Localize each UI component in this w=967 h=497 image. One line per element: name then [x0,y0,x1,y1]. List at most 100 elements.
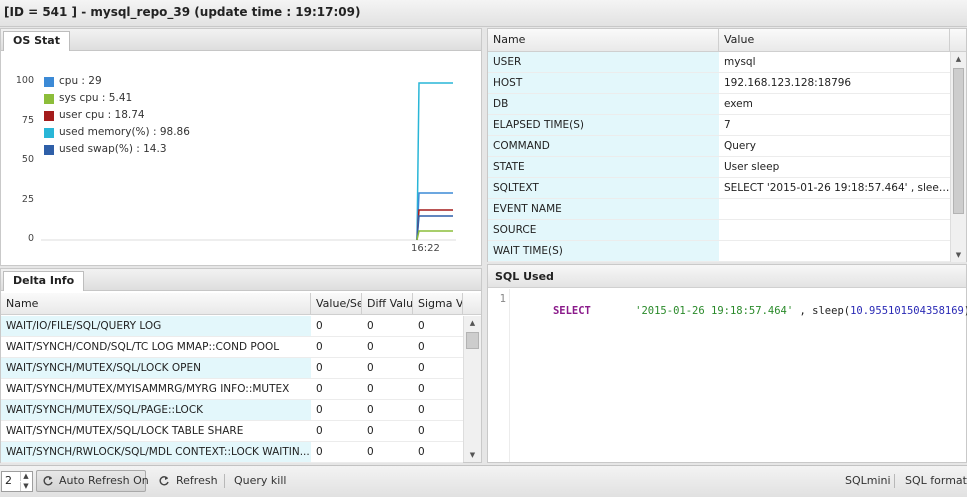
x-tick-label: 16:22 [411,243,440,254]
scrollbar-thumb[interactable] [953,68,964,214]
cell-value-per-sec: 0 [316,341,323,353]
cell-prop-value: User sleep [724,161,780,173]
query-kill-button[interactable]: Query kill [234,471,286,493]
col-header-diff-value[interactable]: Diff Valu [362,293,413,315]
table-row[interactable]: COMMAND Query [488,136,950,157]
table-row[interactable]: WAIT/SYNCH/MUTEX/MYISAMMRG/MYRG INFO::MU… [1,379,463,400]
sqlmini-button[interactable]: SQLmini [845,471,891,493]
cell-prop-value: Query [724,140,756,152]
table-row[interactable]: STATE User sleep [488,157,950,178]
sql-code-line: SELECT '2015-01-26 19:18:57.464' , sleep… [515,293,967,329]
cell-value-per-sec: 0 [316,404,323,416]
delta-info-panel: Delta Info Name Value/Se Diff Valu Sigma… [0,268,482,463]
table-row[interactable]: WAIT/SYNCH/RWLOCK/SQL/MDL CONTEXT::LOCK … [1,442,463,463]
cell-name: WAIT/IO/FILE/SQL/QUERY LOG [1,316,311,336]
table-row[interactable]: WAIT TIME(S) [488,241,950,262]
col-header-prop-value[interactable]: Value [719,29,950,51]
line-number: 1 [499,293,506,305]
cell-diff-value: 0 [367,362,374,374]
os-stat-panel: OS Stat 100 75 50 25 0 cpu : 29 sys cpu … [0,28,482,266]
table-row[interactable]: WAIT/SYNCH/MUTEX/SQL/PAGE::LOCK 0 0 0 [1,400,463,421]
series-sys-cpu-line [416,230,453,241]
col-header-prop-name[interactable]: Name [488,29,719,51]
cell-prop-name: EVENT NAME [488,199,719,219]
table-row[interactable]: ELAPSED TIME(S) 7 [488,115,950,136]
cell-name: WAIT/SYNCH/MUTEX/SQL/LOCK TABLE SHARE [6,425,244,437]
delta-tabbar: Delta Info [1,269,481,291]
cell-prop-value: exem [724,98,753,110]
cell-prop-name: ELAPSED TIME(S) [488,115,719,135]
cell-name: WAIT/SYNCH/MUTEX/SQL/PAGE::LOCK [1,400,311,420]
cell-sigma-value: 0 [418,383,425,395]
cell-prop-name: COMMAND [488,136,719,156]
auto-refresh-label: Auto Refresh On [59,474,149,487]
stepper-down-icon[interactable]: ▼ [20,482,31,491]
props-scrollbar[interactable]: ▲ ▼ [950,52,966,262]
refresh-interval-stepper[interactable]: 2 ▲ ▼ [1,471,33,492]
sql-space [591,305,635,317]
cell-sigma-value: 0 [418,341,425,353]
table-row[interactable]: WAIT/SYNCH/COND/SQL/TC LOG MMAP::COND PO… [1,337,463,358]
cell-value-per-sec: 0 [316,362,323,374]
cell-prop-value: SELECT '2015-01-26 19:18:57.464' , sleep… [724,182,950,194]
tab-delta-info[interactable]: Delta Info [3,271,85,291]
table-row[interactable]: WAIT/SYNCH/MUTEX/SQL/LOCK TABLE SHARE 0 … [1,421,463,442]
sql-format-button[interactable]: SQL format [905,471,967,493]
cell-diff-value: 0 [367,320,374,332]
sql-editor[interactable]: 1 SELECT '2015-01-26 19:18:57.464' , sle… [488,289,967,462]
table-row[interactable]: HOST 192.168.123.128:18796 [488,73,950,94]
line-number-gutter [488,289,510,462]
cell-prop-value: 192.168.123.128:18796 [724,77,852,89]
series-used-swap-line [416,215,453,241]
cell-prop-value [719,199,950,219]
window-title: [ID = 541 ] - mysql_repo_39 (update time… [0,0,967,27]
table-row[interactable]: USER mysql [488,52,950,73]
cell-prop-value [719,241,950,261]
sql-keyword: SELECT [552,305,591,317]
delta-table-body: WAIT/IO/FILE/SQL/QUERY LOG 0 0 0 WAIT/SY… [1,316,463,463]
table-row[interactable]: SQLTEXT SELECT '2015-01-26 19:18:57.464' … [488,178,950,199]
scroll-down-arrow-icon[interactable]: ▼ [951,248,966,262]
cell-prop-name: SOURCE [488,220,719,240]
cell-diff-value: 0 [367,446,374,458]
delta-table-header: Name Value/Se Diff Valu Sigma Va [1,293,481,315]
col-header-value-per-sec[interactable]: Value/Se [311,293,362,315]
col-header-name[interactable]: Name [1,293,311,315]
table-row[interactable]: WAIT/IO/FILE/SQL/QUERY LOG 0 0 0 [1,316,463,337]
props-table-header: Name Value [488,29,966,52]
cell-sigma-value: 0 [418,362,425,374]
session-properties-panel: Name Value USER mysql HOST 192.168.123.128… [487,28,967,262]
cell-prop-name: SQLTEXT [488,178,719,198]
cell-name: WAIT/SYNCH/MUTEX/MYISAMMRG/MYRG INFO::MU… [6,383,290,395]
cell-prop-name: HOST [488,73,719,93]
sql-used-panel: SQL Used 1 SELECT '2015-01-26 19:18:57.4… [487,264,967,463]
sql-used-title: SQL Used [495,270,554,283]
table-row[interactable]: EVENT NAME [488,199,950,220]
cell-value-per-sec: 0 [316,446,323,458]
cell-name: WAIT/SYNCH/MUTEX/SQL/LOCK OPEN [1,358,311,378]
cell-prop-value [719,220,950,240]
scroll-down-arrow-icon[interactable]: ▼ [464,448,481,462]
cell-value-per-sec: 0 [316,383,323,395]
auto-refresh-toggle[interactable]: Auto Refresh On [36,470,149,492]
scroll-up-arrow-icon[interactable]: ▲ [951,52,966,66]
bottom-toolbar: 2 ▲ ▼ Auto Refresh On Refresh Query kill… [0,465,967,497]
cell-prop-value: 7 [724,119,731,131]
props-table-body: USER mysql HOST 192.168.123.128:18796 DB ex… [488,52,950,262]
os-stat-chart [41,82,456,241]
table-row[interactable]: WAIT/SYNCH/MUTEX/SQL/LOCK OPEN 0 0 0 [1,358,463,379]
scroll-up-arrow-icon[interactable]: ▲ [464,316,481,330]
delta-scrollbar[interactable]: ▲ ▼ [463,316,481,462]
stepper-up-icon[interactable]: ▲ [20,472,31,481]
cell-name: WAIT/SYNCH/RWLOCK/SQL/MDL CONTEXT::LOCK … [1,442,311,462]
scrollbar-thumb[interactable] [466,332,479,349]
cell-diff-value: 0 [367,383,374,395]
table-row[interactable]: SOURCE [488,220,950,241]
refresh-interval-value[interactable]: 2 [5,474,12,487]
refresh-button[interactable]: Refresh [155,470,219,492]
cell-prop-name: STATE [488,157,719,177]
table-row[interactable]: DB exem [488,94,950,115]
cell-name: WAIT/SYNCH/COND/SQL/TC LOG MMAP::COND PO… [6,341,280,353]
col-header-sigma-value[interactable]: Sigma Va [413,293,463,315]
sql-string-literal: '2015-01-26 19:18:57.464' [635,305,794,317]
